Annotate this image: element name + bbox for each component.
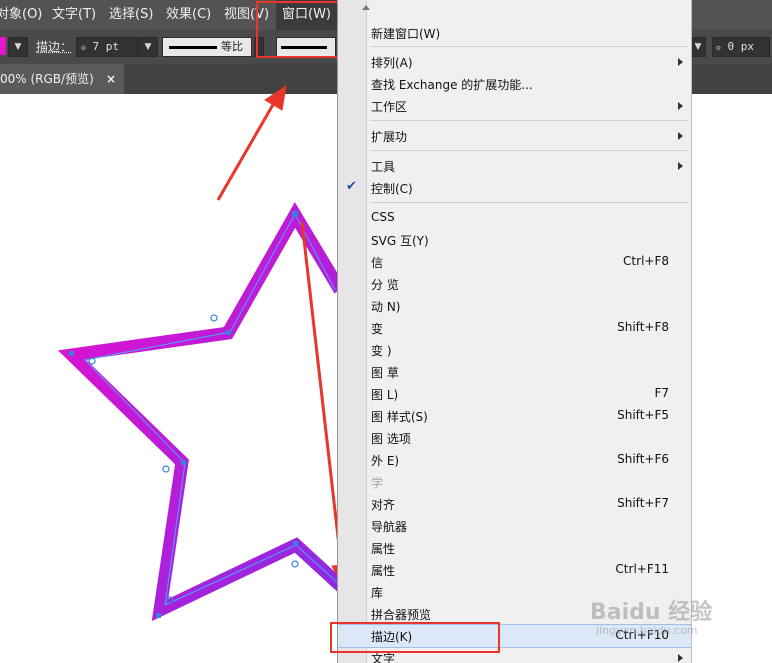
menu-item-label: 动 N) (371, 300, 401, 314)
profile-label: 等比 (221, 40, 243, 53)
menu-item-align[interactable]: 对齐 Shift+F7 (338, 493, 691, 515)
menu-effect[interactable]: 效果(C) (166, 0, 211, 30)
offset-field[interactable]: ◇ 0 px (712, 37, 770, 57)
menu-item-label: 对齐 (371, 498, 396, 512)
menu-item-label: 工作区 (371, 100, 408, 114)
menu-item-label: 控制(C) (371, 182, 413, 196)
menu-item-label: 分 览 (371, 278, 399, 292)
document-tab-title: 00% (RGB/预览) (0, 72, 94, 86)
artboard-canvas-right[interactable] (690, 94, 772, 663)
check-icon: ✔ (346, 179, 357, 194)
menu-item-label: CSS (371, 210, 395, 224)
menu-item-layers[interactable]: 图 L) F7 (338, 383, 691, 405)
menu-item-find-extensions[interactable]: 查找 Exchange 的扩展功能... (338, 73, 691, 95)
menu-separator (370, 202, 688, 203)
menu-item-workspace[interactable]: 工作区 (338, 95, 691, 117)
menu-item-properties[interactable]: 属性 Ctrl+F11 (338, 559, 691, 581)
menu-item-label: 拼合器预览 (371, 608, 432, 622)
menu-item-label: 图 样式(S) (371, 410, 428, 424)
menu-item-label: SVG 互(Y) (371, 234, 429, 248)
menu-separator (370, 150, 688, 151)
menu-item-label: 库 (371, 586, 384, 600)
menu-item-shortcut: Shift+F6 (617, 452, 669, 466)
menu-item-attributes[interactable]: 属性 (338, 537, 691, 559)
menu-item-variables[interactable]: 变 ) (338, 339, 691, 361)
menu-item-label: 属性 (371, 564, 396, 578)
menu-item-label: 新建窗口(W) (371, 27, 441, 41)
menu-item-shortcut: Ctrl+F8 (623, 254, 669, 268)
stepper-icon[interactable]: ◇ (81, 43, 86, 52)
menu-item-learn[interactable]: 学 (338, 471, 691, 493)
menu-item-label: 工具 (371, 160, 396, 174)
menu-item-label: 外 E) (371, 454, 400, 468)
annotation-box-stroke-item (330, 622, 500, 653)
stroke-weight-dropdown-chevron-icon[interactable]: ▼ (138, 37, 158, 57)
menu-item-control[interactable]: ✔ 控制(C) (338, 177, 691, 199)
stroke-label[interactable]: 描边： (36, 38, 72, 55)
menu-item-transform[interactable]: 变 Shift+F8 (338, 317, 691, 339)
menu-item-new-window[interactable]: 新建窗口(W) (338, 22, 691, 44)
menu-item-shortcut: Shift+F7 (617, 496, 669, 510)
menu-separator (370, 120, 688, 121)
menu-item-appearance[interactable]: 外 E) Shift+F6 (338, 449, 691, 471)
window-menu-dropdown: 新建窗口(W) 排列(A) 查找 Exchange 的扩展功能... 工作区 扩… (337, 0, 692, 663)
menu-item-shortcut: Shift+F8 (617, 320, 669, 334)
menu-item-graphic-styles[interactable]: 图 样式(S) Shift+F5 (338, 405, 691, 427)
stroke-weight-field[interactable]: ◇ 7 pt (76, 37, 138, 57)
menu-item-actions[interactable]: 动 N) (338, 295, 691, 317)
menu-item-navigator[interactable]: 导航器 (338, 515, 691, 537)
menu-item-tools[interactable]: 工具 (338, 155, 691, 177)
submenu-arrow-icon (678, 162, 683, 170)
scroll-up-icon[interactable] (362, 5, 370, 10)
watermark-url: jingyan.baidu.com (596, 624, 698, 637)
menu-item-separation-preview[interactable]: 分 览 (338, 273, 691, 295)
document-tab[interactable]: 00% (RGB/预览) × (0, 64, 124, 94)
menu-item-label: 学 (371, 476, 384, 490)
submenu-arrow-icon (678, 102, 683, 110)
stepper-icon[interactable]: ◇ (716, 43, 721, 52)
line-preview (169, 46, 217, 49)
menu-item-label: 扩展功 (371, 130, 408, 144)
menu-item-shortcut: Shift+F5 (617, 408, 669, 422)
menu-item-shortcut: F7 (654, 386, 669, 400)
close-icon[interactable]: × (106, 64, 116, 94)
menu-item-extensions[interactable]: 扩展功 (338, 125, 691, 147)
menu-item-label: 查找 Exchange 的扩展功能... (371, 78, 533, 92)
annotation-box-window-menu (256, 1, 339, 58)
stroke-color-swatch[interactable] (0, 37, 6, 55)
menu-item-arrange[interactable]: 排列(A) (338, 51, 691, 73)
menu-item-label: 属性 (371, 542, 396, 556)
swatch-dropdown-chevron-icon[interactable]: ▼ (8, 37, 28, 57)
menu-item-label: 变 (371, 322, 384, 336)
menu-item-image-trace[interactable]: 图 草 (338, 361, 691, 383)
menu-item-label: 信 (371, 256, 384, 270)
submenu-arrow-icon (678, 654, 683, 662)
right-dropdown-chevron-icon[interactable]: ▼ (690, 37, 706, 57)
menu-item-label: 变 ) (371, 344, 392, 358)
offset-value: 0 px (727, 40, 754, 53)
menu-item-shortcut: Ctrl+F11 (615, 562, 669, 576)
menu-item-label: 图 草 (371, 366, 399, 380)
menu-select[interactable]: 选择(S) (109, 0, 153, 30)
submenu-arrow-icon (678, 58, 683, 66)
artboard-canvas[interactable] (0, 94, 340, 663)
menu-type[interactable]: 文字(T) (52, 0, 96, 30)
stroke-weight-value: 7 pt (92, 40, 119, 53)
menubar-right-area (690, 0, 772, 30)
menu-item-label: 导航器 (371, 520, 408, 534)
menu-item-label: 排列(A) (371, 56, 413, 70)
submenu-arrow-icon (678, 132, 683, 140)
variable-width-profile[interactable]: 等比 (162, 37, 252, 57)
menu-item-label: 图 选项 (371, 432, 411, 446)
menu-separator (370, 46, 688, 47)
menu-item-info[interactable]: 信 Ctrl+F8 (338, 251, 691, 273)
menu-item-css[interactable]: CSS (338, 207, 691, 229)
menu-item-image-options[interactable]: 图 选项 (338, 427, 691, 449)
menu-item-svg[interactable]: SVG 互(Y) (338, 229, 691, 251)
right-ui-strip: ▼ ◇ 0 px (690, 0, 772, 663)
menu-item-label: 图 L) (371, 388, 399, 402)
watermark-logo: Baidu 经验 (590, 600, 713, 625)
menu-object[interactable]: 对象(O) (0, 0, 42, 30)
